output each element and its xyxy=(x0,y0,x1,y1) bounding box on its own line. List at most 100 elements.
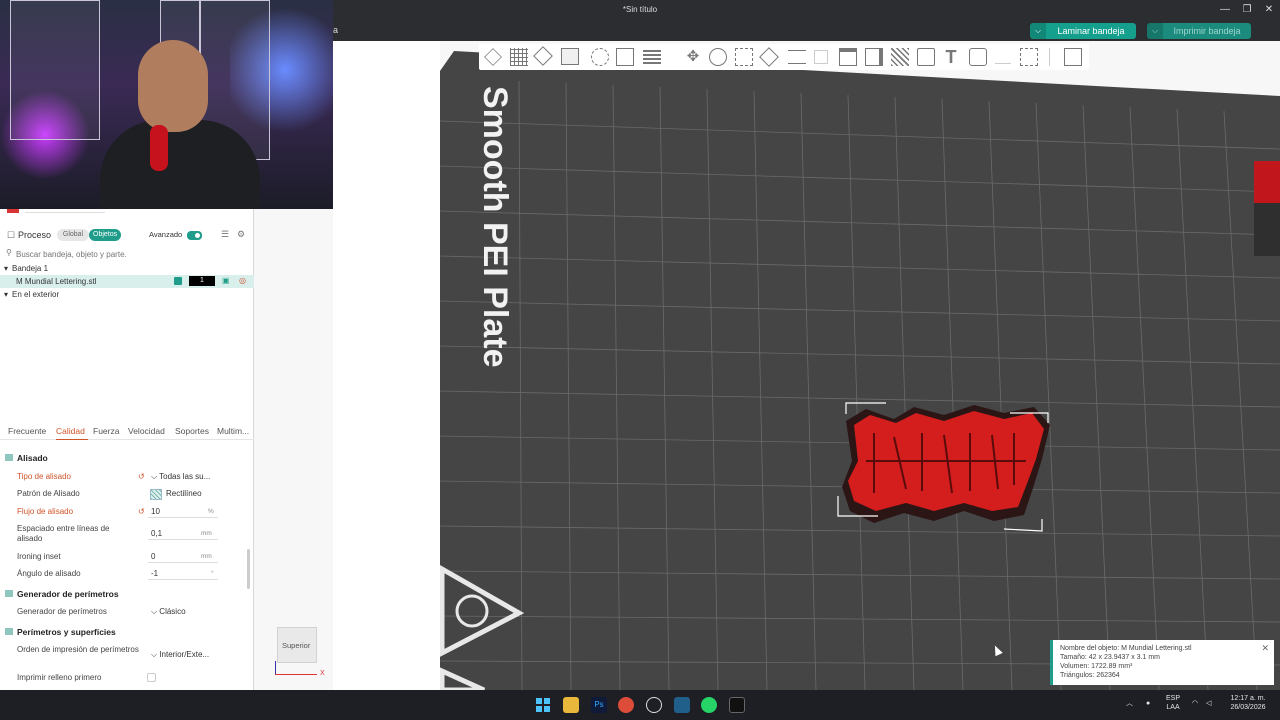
global-toggle[interactable]: Global xyxy=(57,229,89,241)
language-code: ESP xyxy=(1166,695,1181,702)
cut-icon[interactable] xyxy=(788,50,806,64)
rotate-icon[interactable] xyxy=(709,48,727,66)
chevron-down-icon[interactable]: ⌵ xyxy=(1030,23,1046,39)
assembly-icon[interactable] xyxy=(995,50,1011,64)
print-plate-button[interactable]: ⌵ Imprimir bandeja xyxy=(1147,23,1251,39)
volume-icon[interactable]: ◁ xyxy=(1206,699,1211,708)
split-parts-icon[interactable] xyxy=(616,48,634,66)
tab-fuerza[interactable]: Fuerza xyxy=(93,426,119,436)
clock[interactable]: 12:17 a. m. 26/03/2026 xyxy=(1225,694,1271,712)
reset-icon[interactable]: ↺ xyxy=(138,472,145,481)
language-indicator[interactable]: ESP LAA xyxy=(1166,694,1180,712)
photoshop-icon[interactable]: Ps xyxy=(591,697,607,713)
orient-icon[interactable] xyxy=(533,46,553,66)
move-icon[interactable]: ✥ xyxy=(684,48,702,66)
menu-fragment[interactable]: a xyxy=(333,25,338,35)
fit-view-icon[interactable] xyxy=(1020,48,1038,66)
svg-tool-icon[interactable] xyxy=(969,48,987,66)
tab-frecuente[interactable]: Frecuente xyxy=(8,426,46,436)
wall-order-select[interactable]: ⌵ Interior/Exte... xyxy=(148,648,218,661)
model-mundial-lettering xyxy=(837,402,1050,532)
minimize-button[interactable]: — xyxy=(1215,3,1235,17)
plate-tab-indicator xyxy=(7,209,19,213)
lay-on-face-icon[interactable] xyxy=(759,47,779,67)
expand-arrow-icon[interactable]: ▾ xyxy=(4,264,8,273)
layers-list-icon[interactable] xyxy=(643,50,661,64)
wifi-icon[interactable]: ◠ xyxy=(1192,699,1198,708)
app-shortcut-icon[interactable] xyxy=(674,697,690,713)
section-wall-generator: Generador de perímetros xyxy=(0,587,240,601)
param-label: Ángulo de alisado xyxy=(17,569,81,578)
search-input[interactable] xyxy=(16,247,246,261)
close-window-button[interactable]: ✕ xyxy=(1259,3,1279,17)
app-circle-icon[interactable] xyxy=(646,697,662,713)
measure-icon[interactable] xyxy=(917,48,935,66)
object-modified-icon[interactable]: ◎ xyxy=(239,276,249,286)
param-label: Imprimir relleno primero xyxy=(17,673,102,682)
param-ironing-angle: Ángulo de alisado -1 ° xyxy=(0,569,240,581)
wall-generator-value: Clásico xyxy=(159,607,186,616)
object-visible-checkbox[interactable] xyxy=(174,277,182,285)
param-wall-generator: Generador de perímetros ⌵ Clásico xyxy=(0,607,240,619)
ironing-type-value: Todas las su... xyxy=(159,472,211,481)
tab-multimaterial[interactable]: Multim... xyxy=(217,426,249,436)
expand-arrow-icon[interactable]: ▾ xyxy=(4,290,8,299)
add-cube-icon[interactable] xyxy=(484,48,502,66)
ironing-pattern-select[interactable]: Rectilíneo xyxy=(163,487,213,500)
axis-y-line xyxy=(275,661,276,674)
text-tool-icon[interactable]: T xyxy=(942,47,960,67)
chevron-down-icon[interactable]: ⌵ xyxy=(1147,23,1163,39)
objects-toggle[interactable]: Objetos xyxy=(89,229,121,241)
reset-icon[interactable]: ↺ xyxy=(138,507,145,516)
maximize-button[interactable]: ❐ xyxy=(1237,3,1257,17)
advanced-switch[interactable] xyxy=(187,231,202,240)
view-cube-label: Superior xyxy=(282,641,311,650)
param-unit: % xyxy=(208,508,214,515)
settings-sliders-icon[interactable]: ⚙ xyxy=(237,229,248,240)
tab-soportes[interactable]: Soportes xyxy=(175,426,209,436)
slicer-app-icon[interactable] xyxy=(729,697,745,713)
boolean-icon[interactable] xyxy=(814,50,828,64)
file-explorer-icon[interactable] xyxy=(563,697,579,713)
viewport-side-strip xyxy=(333,41,440,690)
webcam-overlay xyxy=(0,0,333,209)
ironing-angle-input[interactable]: -1 xyxy=(148,567,218,580)
tab-velocidad[interactable]: Velocidad xyxy=(128,426,165,436)
tree-outside-row[interactable]: ▾ En el exterior xyxy=(0,288,254,301)
wall-generator-select[interactable]: ⌵ Clásico xyxy=(148,605,218,618)
chrome-icon[interactable] xyxy=(618,697,634,713)
close-icon[interactable]: ✕ xyxy=(1261,643,1269,654)
support-paint-icon[interactable] xyxy=(839,48,857,66)
object-info-triangles: Triángulos: 262364 xyxy=(1060,672,1120,679)
tree-object-row[interactable]: M Mundial Lettering.stl 1 ▣ ◎ xyxy=(0,275,254,288)
plate-settings-icon[interactable] xyxy=(561,48,579,65)
axis-x-label: X xyxy=(320,670,325,677)
windows-start-icon[interactable] xyxy=(535,697,551,713)
split-objects-icon[interactable] xyxy=(591,48,609,66)
fuzzy-skin-icon[interactable] xyxy=(891,48,909,66)
scale-icon[interactable] xyxy=(735,48,753,66)
tray-mic-icon[interactable]: ● xyxy=(1146,699,1150,708)
section-icon xyxy=(5,628,13,635)
grid-arrange-icon[interactable] xyxy=(510,48,528,66)
object-info-size: Tamaño: 42 x 23.9437 x 3.1 mm xyxy=(1060,654,1160,661)
tab-calidad[interactable]: Calidad xyxy=(56,426,85,436)
seam-paint-icon[interactable] xyxy=(865,48,883,66)
section-wall-generator-title: Generador de perímetros xyxy=(17,589,119,599)
tree-outside-label: En el exterior xyxy=(12,290,60,299)
slice-plate-button[interactable]: ⌵ Laminar bandeja xyxy=(1030,23,1136,39)
panel-scrollbar[interactable] xyxy=(247,549,250,589)
collapse-toolbar-icon[interactable] xyxy=(1064,48,1082,66)
tree-object-label: M Mundial Lettering.stl xyxy=(16,277,97,286)
search-icon: ⚲ xyxy=(6,248,12,257)
tree-plate-row[interactable]: ▾ Bandeja 1 xyxy=(0,262,254,275)
object-settings-icon[interactable]: ▣ xyxy=(222,276,232,286)
tray-chevron-icon[interactable]: ︿ xyxy=(1126,699,1133,708)
param-wall-order: Orden de impresión de perímetros ⌵ Inter… xyxy=(0,645,240,667)
compare-icon[interactable]: ☰ xyxy=(221,229,232,240)
ironing-type-select[interactable]: ⌵ Todas las su... xyxy=(148,470,218,483)
view-cube[interactable]: Superior xyxy=(277,627,317,663)
whatsapp-icon[interactable] xyxy=(701,697,717,713)
infill-first-checkbox[interactable] xyxy=(147,673,156,682)
param-label: Espaciado entre líneas de alisado xyxy=(17,524,110,543)
